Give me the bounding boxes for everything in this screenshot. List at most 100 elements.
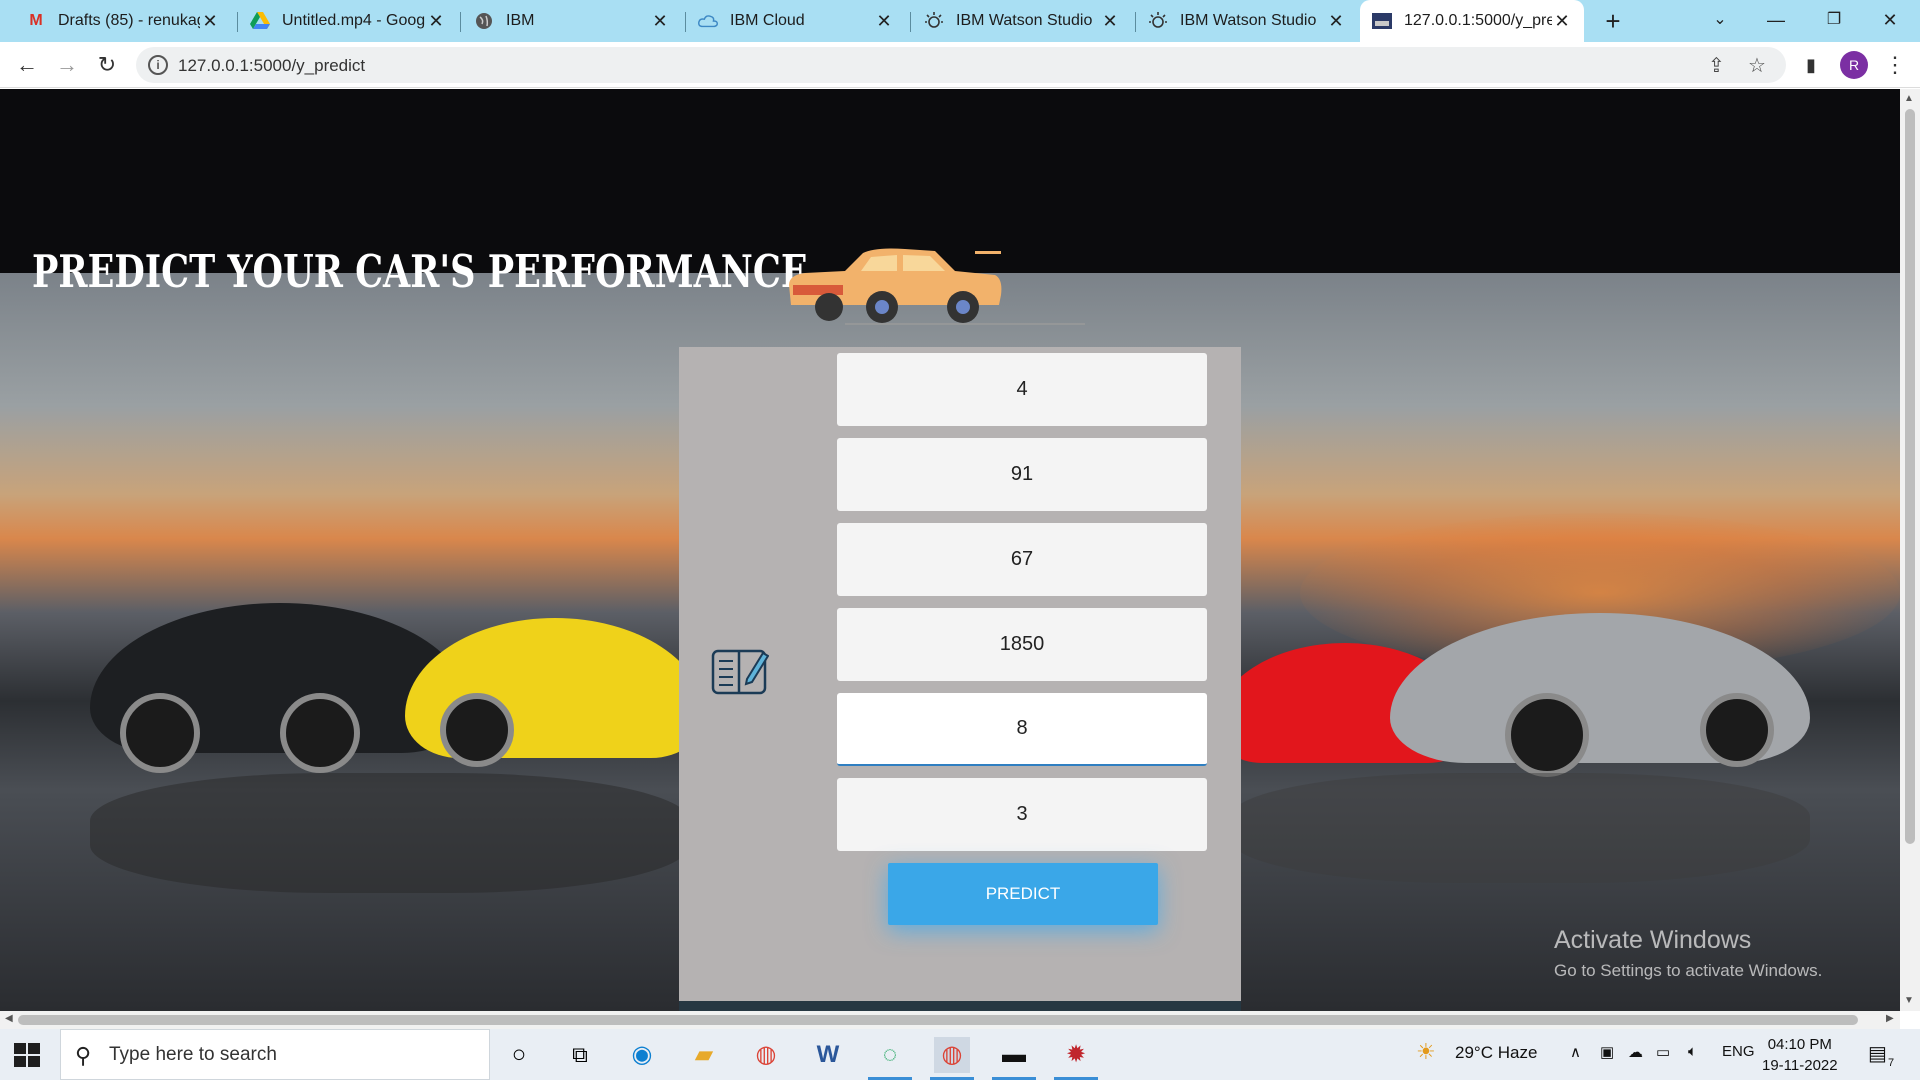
terminal-icon[interactable]: ▬ (996, 1037, 1032, 1073)
google-drive-icon (250, 11, 270, 31)
search-placeholder: Type here to search (109, 1044, 277, 1065)
taskbar-clock[interactable]: 04:10 PM 19-11-2022 (1762, 1034, 1838, 1076)
windows-start-icon[interactable] (12, 1040, 42, 1070)
predict-button[interactable]: PREDICT (888, 863, 1158, 925)
close-tab-icon[interactable]: ✕ (1100, 11, 1120, 32)
tab-strip: M Drafts (85) - renukaga ✕ Untitled.mp4 … (0, 0, 1920, 42)
tab-separator (910, 12, 911, 32)
weather-text[interactable]: 29°C Haze (1455, 1043, 1537, 1063)
tab-ibm[interactable]: IBM ✕ (462, 0, 682, 42)
meet-now-icon[interactable]: ▣ (1600, 1043, 1614, 1061)
tab-label: Drafts (85) - renukaga (58, 12, 200, 29)
scroll-up-arrow-icon[interactable]: ▲ (1904, 93, 1914, 104)
horizontal-scrollbar[interactable]: ◀ ▶ (0, 1011, 1900, 1029)
page-title: PREDICT YOUR CAR'S PERFORMANCE (32, 245, 808, 298)
close-tab-icon[interactable]: ✕ (426, 11, 446, 32)
forward-button[interactable]: → (52, 50, 82, 80)
watermark-subtitle: Go to Settings to activate Windows. (1554, 961, 1823, 980)
watson-icon (1148, 11, 1168, 31)
ground-reflection (90, 773, 690, 893)
bookmark-star-icon[interactable]: ☆ (1748, 53, 1766, 78)
close-tab-icon[interactable]: ✕ (1326, 11, 1346, 32)
side-panel-icon[interactable]: ▮ (1796, 50, 1826, 80)
close-tab-icon[interactable]: ✕ (200, 11, 220, 32)
language-indicator[interactable]: ENG (1722, 1043, 1755, 1060)
network-icon[interactable]: ☁ (1628, 1043, 1643, 1061)
weather-icon[interactable]: ☀ (1416, 1039, 1436, 1065)
share-icon[interactable]: ⇪ (1708, 53, 1725, 78)
site-info-icon[interactable]: i (148, 55, 168, 75)
profile-avatar[interactable]: R (1840, 51, 1868, 79)
tab-search-chevron-icon[interactable]: ⌄ (1692, 0, 1748, 42)
tab-active-predict[interactable]: 127.0.0.1:5000/y_pred ✕ (1360, 0, 1584, 42)
tab-label: IBM Watson Studio (1180, 12, 1317, 29)
input-field-4[interactable] (837, 608, 1207, 681)
car-illustration (789, 248, 1085, 325)
tab-label: IBM (506, 12, 535, 29)
reload-button[interactable]: ↻ (92, 50, 122, 80)
ground-reflection (1230, 773, 1810, 883)
volume-icon[interactable]: 🔈︎ (1688, 1043, 1697, 1060)
tab-drive[interactable]: Untitled.mp4 - Googl ✕ (238, 0, 458, 42)
page-viewport: PREDICT YOUR CAR'S PERFORMANCE PR (0, 89, 1900, 1011)
activate-windows-watermark: Activate Windows Go to Settings to activ… (1554, 926, 1822, 981)
tab-watson-2[interactable]: IBM Watson Studio ✕ (1136, 0, 1358, 42)
watermark-title: Activate Windows (1554, 926, 1752, 954)
browser-menu-icon[interactable]: ⋮ (1880, 50, 1910, 80)
tab-label: 127.0.0.1:5000/y_pred (1404, 12, 1552, 29)
input-field-2[interactable] (837, 438, 1207, 511)
tab-label: IBM Cloud (730, 12, 805, 29)
edge-browser-icon[interactable]: ◉ (624, 1037, 660, 1073)
form-edit-icon (711, 649, 769, 695)
restore-button[interactable]: ❐ (1806, 0, 1862, 42)
chrome-icon[interactable]: ◍ (748, 1037, 784, 1073)
tab-watson-1[interactable]: IBM Watson Studio ✕ (912, 0, 1132, 42)
car-wheel (280, 693, 360, 773)
chrome-active-icon[interactable]: ◍ (934, 1037, 970, 1073)
vertical-scrollbar[interactable]: ▲ ▼ (1900, 89, 1920, 1011)
loading-app-icon[interactable]: ◌ (872, 1037, 908, 1073)
address-bar[interactable]: i 127.0.0.1:5000/y_predict ⇪ ☆ (136, 47, 1786, 83)
tab-gmail[interactable]: M Drafts (85) - renukaga ✕ (14, 0, 232, 42)
tab-ibm-cloud[interactable]: IBM Cloud ✕ (686, 0, 906, 42)
url-text: 127.0.0.1:5000/y_predict (178, 56, 366, 75)
car-wheel (1505, 693, 1589, 777)
close-tab-icon[interactable]: ✕ (874, 11, 894, 32)
globe-icon (474, 11, 494, 31)
tab-separator (460, 12, 461, 32)
task-view-icon[interactable]: ⧉ (562, 1037, 598, 1073)
notifications-icon[interactable]: ▤ (1868, 1041, 1887, 1066)
battery-icon[interactable]: ▭ (1656, 1043, 1670, 1061)
prediction-form-panel: PREDICT (679, 347, 1241, 1011)
close-tab-icon[interactable]: ✕ (650, 11, 670, 32)
cortana-icon[interactable]: ○ (501, 1037, 537, 1073)
scroll-left-arrow-icon[interactable]: ◀ (5, 1013, 13, 1024)
car-wheel (120, 693, 200, 773)
close-window-button[interactable]: ✕ (1862, 0, 1918, 42)
notification-count: 7 (1888, 1057, 1895, 1069)
vertical-scroll-thumb[interactable] (1905, 109, 1915, 844)
input-field-5[interactable] (837, 693, 1207, 766)
file-explorer-icon[interactable]: ▰ (686, 1037, 722, 1073)
input-field-6[interactable] (837, 778, 1207, 851)
car-wheel (440, 693, 514, 767)
scroll-right-arrow-icon[interactable]: ▶ (1886, 1013, 1894, 1024)
new-tab-button[interactable]: + (1598, 6, 1628, 36)
tab-label: IBM Watson Studio (956, 12, 1093, 29)
gmail-icon: M (29, 12, 43, 29)
taskbar-search-box[interactable]: ⚲ Type here to search (60, 1029, 490, 1080)
back-button[interactable]: ← (12, 50, 42, 80)
word-icon[interactable]: W (810, 1037, 846, 1073)
input-field-3[interactable] (837, 523, 1207, 596)
tab-label: Untitled.mp4 - Googl (282, 12, 426, 29)
minimize-button[interactable]: — (1748, 0, 1804, 42)
close-tab-icon[interactable]: ✕ (1552, 11, 1572, 32)
cloud-icon (698, 11, 718, 31)
horizontal-scroll-thumb[interactable] (18, 1015, 1858, 1025)
input-field-1[interactable] (837, 353, 1207, 426)
clock-date: 19-11-2022 (1762, 1057, 1838, 1074)
footer-strip (679, 1001, 1241, 1011)
app-icon-red[interactable]: ✹ (1058, 1037, 1094, 1073)
show-hidden-icons-chevron-icon[interactable]: ∧ (1570, 1043, 1581, 1061)
scroll-down-arrow-icon[interactable]: ▼ (1904, 995, 1914, 1006)
